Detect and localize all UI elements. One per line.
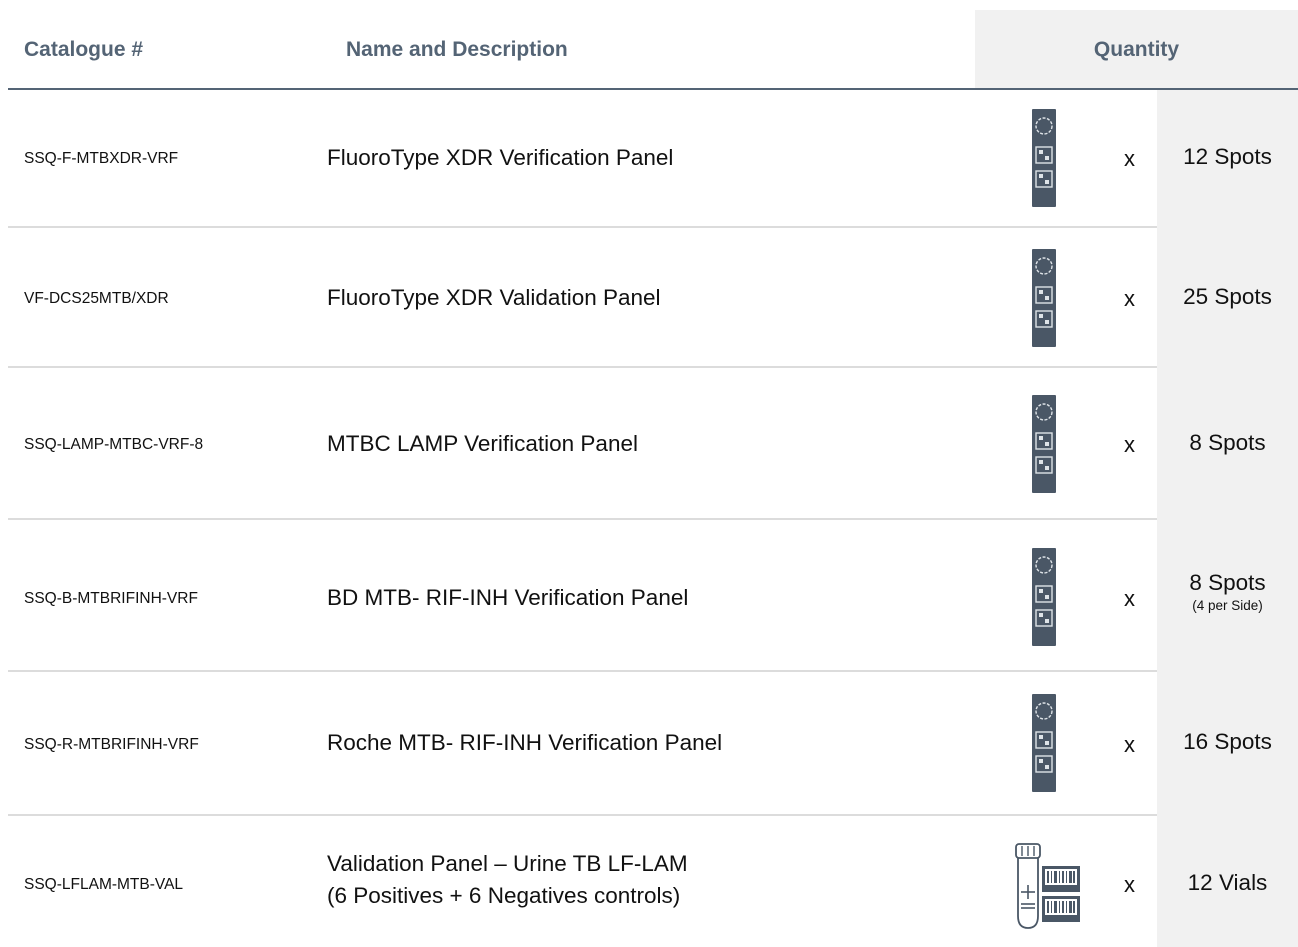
qr-slide-icon: [1032, 249, 1056, 352]
qr-slide-icon: [1032, 694, 1056, 797]
product-name: FluoroType XDR Validation Panel: [327, 285, 661, 310]
product-name: Validation Panel – Urine TB LF-LAM (6 Po…: [327, 848, 688, 912]
catalogue-number: SSQ-LFLAM-MTB-VAL: [24, 876, 184, 893]
quantity-note: (4 per Side): [1192, 598, 1263, 613]
product-name-line-1: Validation Panel – Urine TB LF-LAM: [327, 851, 688, 876]
product-name-line-2: (6 Positives + 6 Negatives controls): [327, 883, 681, 908]
catalogue-number: VF-DCS25MTB/XDR: [24, 290, 169, 307]
quantity-text: 16 Spots: [1183, 729, 1272, 754]
catalogue-number: SSQ-F-MTBXDR-VRF: [24, 150, 179, 167]
table-header: Catalogue # Name and Description Quantit…: [0, 10, 1298, 89]
table-row: SSQ-B-MTBRIFINH-VRF BD MTB- RIF-INH Veri…: [0, 520, 1298, 672]
quantity-text: 12 Vials: [1187, 870, 1268, 895]
vial-barcode-icon: [1010, 842, 1082, 935]
product-name: Roche MTB- RIF-INH Verification Panel: [327, 730, 723, 755]
multiply-sign: x: [1124, 146, 1135, 171]
quantity-value: 8 Spots (4 per Side): [1157, 570, 1298, 613]
quantity-text: 25 Spots: [1183, 284, 1272, 309]
product-name: BD MTB- RIF-INH Verification Panel: [327, 585, 689, 610]
header-catalogue: Catalogue #: [24, 38, 144, 61]
quantity-text: 8 Spots: [1189, 430, 1266, 455]
product-name: FluoroType XDR Verification Panel: [327, 145, 674, 170]
table-row: SSQ-F-MTBXDR-VRF FluoroType XDR Verifica…: [0, 90, 1298, 228]
catalogue-number: SSQ-LAMP-MTBC-VRF-8: [24, 436, 204, 453]
qr-slide-icon: [1032, 395, 1056, 498]
multiply-sign: x: [1124, 732, 1135, 757]
quantity-value: 25 Spots: [1157, 284, 1298, 310]
quantity-value: 16 Spots: [1157, 729, 1298, 755]
qr-slide-icon: [1032, 548, 1056, 651]
catalogue-number: SSQ-B-MTBRIFINH-VRF: [24, 590, 198, 607]
quantity-value: 8 Spots: [1157, 430, 1298, 456]
catalogue-number: SSQ-R-MTBRIFINH-VRF: [24, 736, 199, 753]
multiply-sign: x: [1124, 432, 1135, 457]
quantity-value: 12 Spots: [1157, 144, 1298, 170]
quantity-value: 12 Vials: [1157, 870, 1298, 896]
qr-slide-icon: [1032, 109, 1056, 212]
table-row: SSQ-LFLAM-MTB-VAL Validation Panel – Uri…: [0, 816, 1298, 947]
quantity-text: 12 Spots: [1183, 144, 1272, 169]
table-row: SSQ-LAMP-MTBC-VRF-8 MTBC LAMP Verificati…: [0, 368, 1298, 520]
multiply-sign: x: [1124, 872, 1135, 897]
table-row: VF-DCS25MTB/XDR FluoroType XDR Validatio…: [0, 228, 1298, 368]
header-name-description: Name and Description: [346, 38, 568, 61]
product-name: MTBC LAMP Verification Panel: [327, 431, 638, 456]
multiply-sign: x: [1124, 586, 1135, 611]
quantity-text: 8 Spots: [1189, 570, 1266, 595]
header-quantity: Quantity: [975, 10, 1298, 89]
multiply-sign: x: [1124, 286, 1135, 311]
table-row: SSQ-R-MTBRIFINH-VRF Roche MTB- RIF-INH V…: [0, 672, 1298, 816]
